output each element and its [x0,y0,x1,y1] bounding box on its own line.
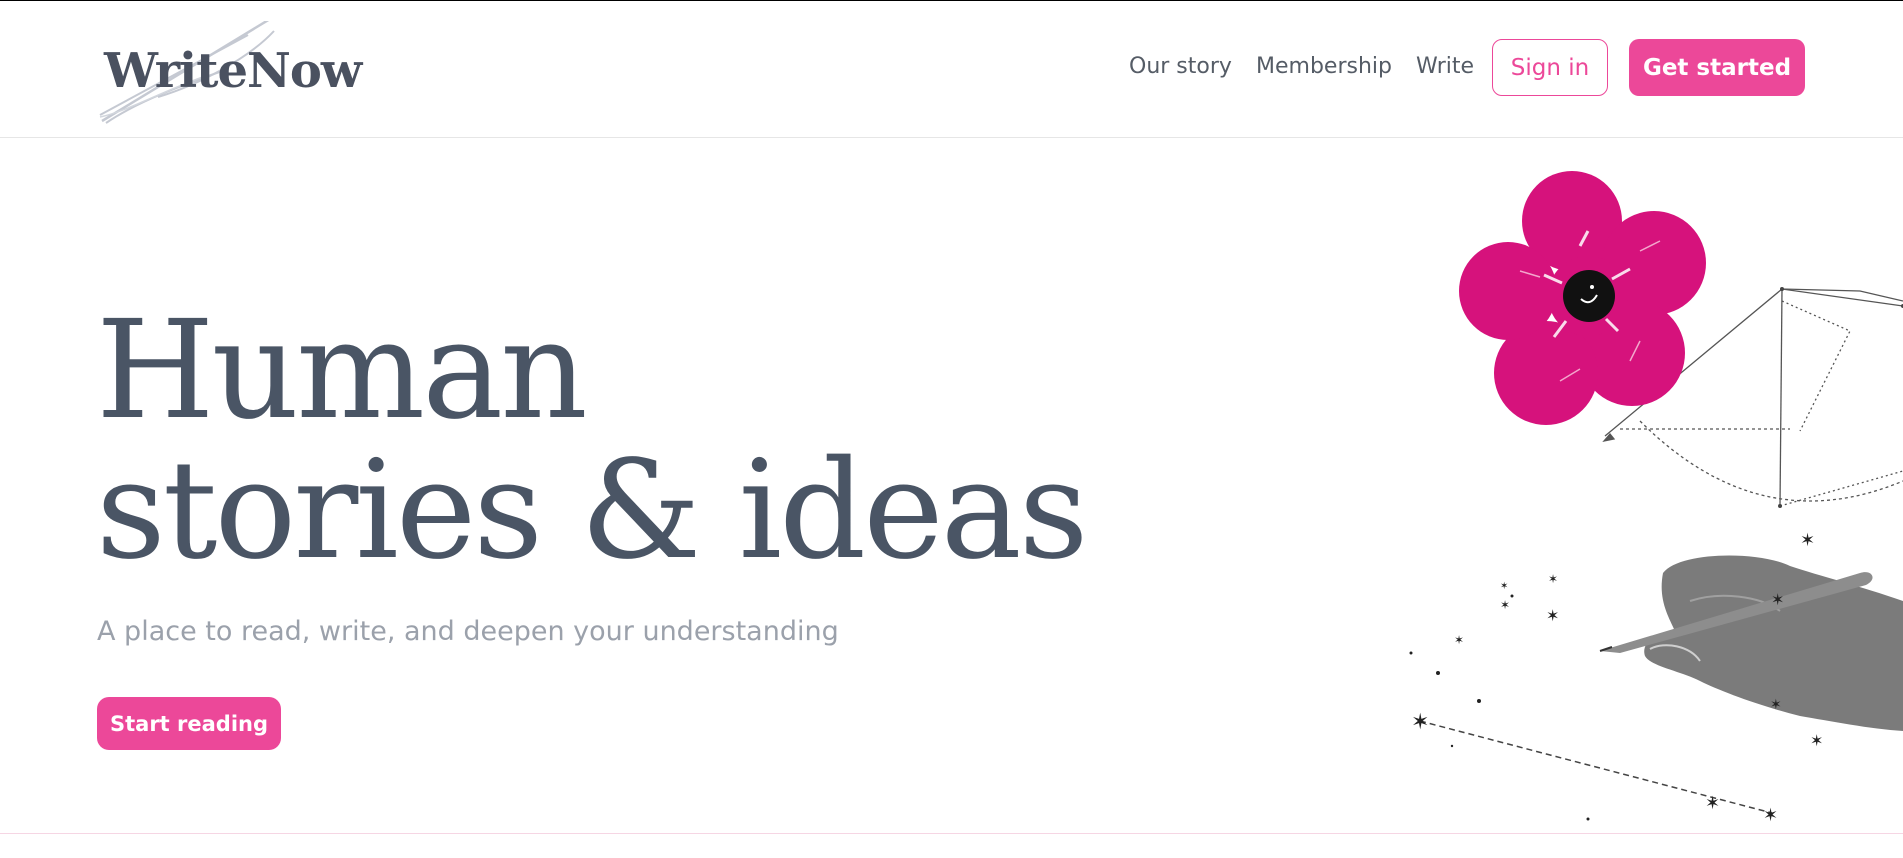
svg-text:✶: ✶ [1800,530,1815,551]
svg-text:✶: ✶ [1411,710,1429,735]
site-header: WriteNow Our story Membership Write Sign… [0,1,1903,138]
section-divider [0,833,1903,834]
nav-membership[interactable]: Membership [1256,54,1392,79]
svg-text:✶: ✶ [1500,581,1508,592]
logo-link[interactable]: WriteNow [98,21,362,126]
diagram-marks [1778,287,1903,508]
sign-in-button[interactable]: Sign in [1492,39,1608,96]
nav-our-story[interactable]: Our story [1129,54,1232,79]
nav-write[interactable]: Write [1416,54,1474,79]
hero-illustration: ✶ ✶ ✶ ✶ ✶ ✶ ✶ ✶ ✶ ✶ ✶ ✶ [1409,171,1903,826]
brand-name: WriteNow [104,43,362,99]
svg-text:✶: ✶ [1770,697,1782,713]
svg-text:✶: ✶ [1548,572,1558,586]
svg-text:✶: ✶ [1810,731,1823,750]
get-started-button[interactable]: Get started [1629,39,1805,96]
hero-title-line-2: stories & ideas [96,432,1089,590]
hero-subtitle: A place to read, write, and deepen your … [97,616,839,647]
flower-icon [1459,171,1706,425]
hand-with-pen-icon [1599,555,1903,731]
hero-title: Human stories & ideas [96,292,1089,590]
svg-text:✶: ✶ [1546,606,1559,625]
svg-text:✶: ✶ [1454,633,1464,647]
start-reading-button[interactable]: Start reading [97,697,281,750]
hero-title-line-1: Human [96,292,588,450]
svg-text:✶: ✶ [1763,805,1778,826]
svg-text:✶: ✶ [1771,590,1784,609]
svg-text:✶: ✶ [1500,598,1510,612]
svg-text:✶: ✶ [1705,793,1720,814]
